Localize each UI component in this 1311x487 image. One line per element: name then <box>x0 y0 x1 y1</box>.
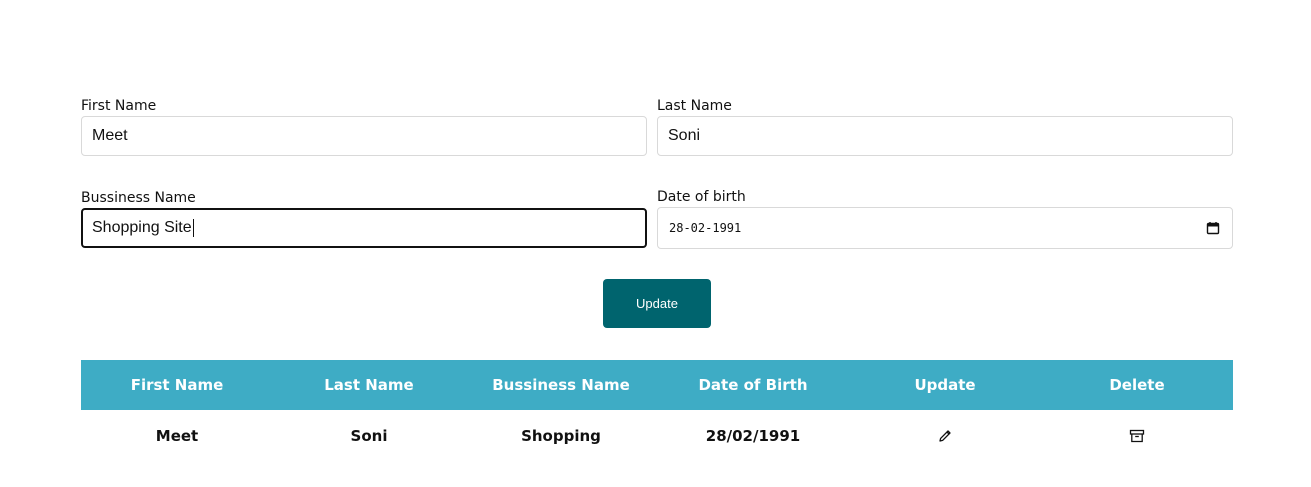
first-name-value: Meet <box>92 127 128 144</box>
last-name-value: Soni <box>668 127 701 144</box>
date-of-birth-field: Date of birth 28-02-1991 <box>657 189 1233 249</box>
column-header-date-of-birth: Date of Birth <box>698 376 808 394</box>
column-header-business-name: Bussiness Name <box>492 376 630 394</box>
date-of-birth-label: Date of birth <box>657 189 746 205</box>
last-name-input[interactable]: Soni <box>657 116 1233 156</box>
first-name-input[interactable]: Meet <box>81 116 647 156</box>
column-header-first-name: First Name <box>130 376 224 394</box>
table-header: First Name Last Name Bussiness Name Date… <box>81 360 1233 410</box>
column-header-update: Update <box>914 376 976 394</box>
update-button[interactable]: Update <box>603 279 711 328</box>
archive-icon[interactable] <box>1129 428 1145 444</box>
cell-update <box>849 410 1041 461</box>
business-name-value: Shopping Site <box>92 219 192 236</box>
date-of-birth-value: 28-02-1991 <box>669 221 742 235</box>
table-row: Meet Soni Shopping 28/02/1991 <box>81 410 1233 461</box>
cell-delete <box>1041 410 1233 461</box>
last-name-field: Last Name Soni <box>657 98 1233 156</box>
first-name-field: First Name Meet <box>81 98 647 156</box>
business-name-field: Bussiness Name Shopping Site <box>81 190 647 248</box>
cell-first-name: Meet <box>155 426 199 445</box>
last-name-label: Last Name <box>657 98 732 114</box>
cell-date-of-birth: 28/02/1991 <box>705 426 801 445</box>
cell-business-name: Shopping <box>521 426 601 445</box>
text-caret <box>192 219 194 237</box>
cell-last-name: Soni <box>350 426 388 445</box>
business-name-label: Bussiness Name <box>81 190 196 206</box>
column-header-delete: Delete <box>1109 376 1165 394</box>
column-header-last-name: Last Name <box>324 376 414 394</box>
pencil-icon[interactable] <box>937 428 953 444</box>
users-table: First Name Last Name Bussiness Name Date… <box>81 360 1233 461</box>
business-name-input[interactable]: Shopping Site <box>81 208 647 248</box>
user-form-page: First Name Meet Last Name Soni Bussiness… <box>0 0 1311 487</box>
date-of-birth-input[interactable]: 28-02-1991 <box>657 207 1233 249</box>
calendar-icon[interactable] <box>1206 221 1220 235</box>
first-name-label: First Name <box>81 98 157 114</box>
